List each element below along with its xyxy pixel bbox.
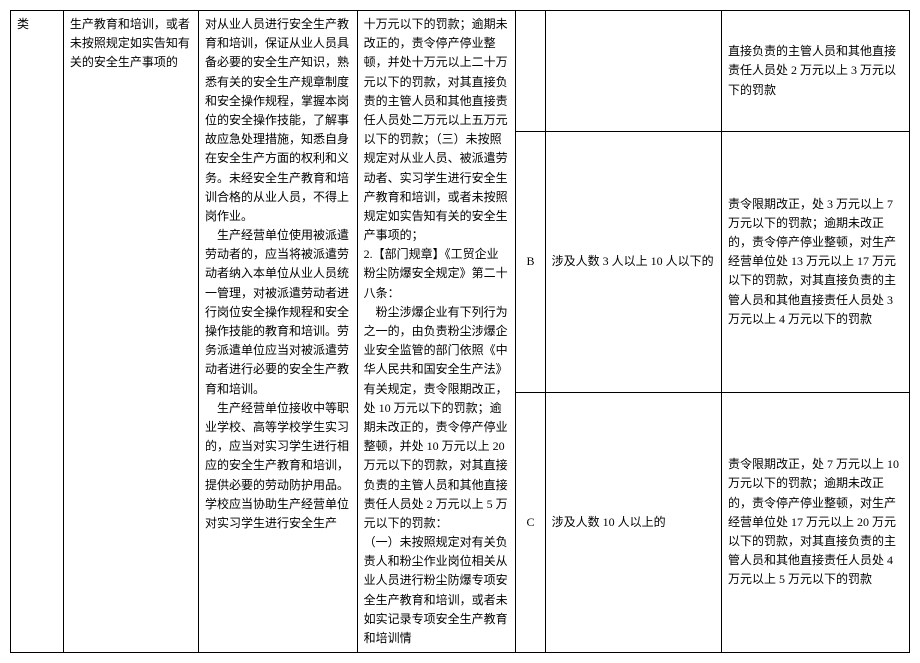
level-cell [516,11,545,132]
penalty-detail-cell: 责令限期改正，处 3 万元以上 7 万元以下的罚款；逾期未改正的，责令停产停业整… [721,132,909,393]
table-row: 类 生产教育和培训，或者未按照规定如实告知有关的安全生产事项的 对从业人员进行安… [11,11,910,132]
penalty-law-cell: 十万元以下的罚款；逾期未改正的，责令停产停业整顿，并处十万元以上二十万元以下的罚… [357,11,516,653]
law-text-cell: 对从业人员进行安全生产教育和培训，保证从业人员具备必要的安全生产知识，熟悉有关的… [199,11,358,653]
penalty-detail-cell: 直接负责的主管人员和其他直接责任人员处 2 万元以上 3 万元以下的罚款 [721,11,909,132]
category-cell: 类 [11,11,64,653]
level-cell: B [516,132,545,393]
level-cell: C [516,392,545,653]
penalty-detail-cell: 责令限期改正，处 7 万元以上 10 万元以下的罚款；逾期未改正的，责令停产停业… [721,392,909,653]
condition-cell: 涉及人数 10 人以上的 [545,392,721,653]
regulation-table: 类 生产教育和培训，或者未按照规定如实告知有关的安全生产事项的 对从业人员进行安… [10,10,910,653]
condition-cell [545,11,721,132]
condition-cell: 涉及人数 3 人以上 10 人以下的 [545,132,721,393]
violation-desc-cell: 生产教育和培训，或者未按照规定如实告知有关的安全生产事项的 [63,11,198,653]
